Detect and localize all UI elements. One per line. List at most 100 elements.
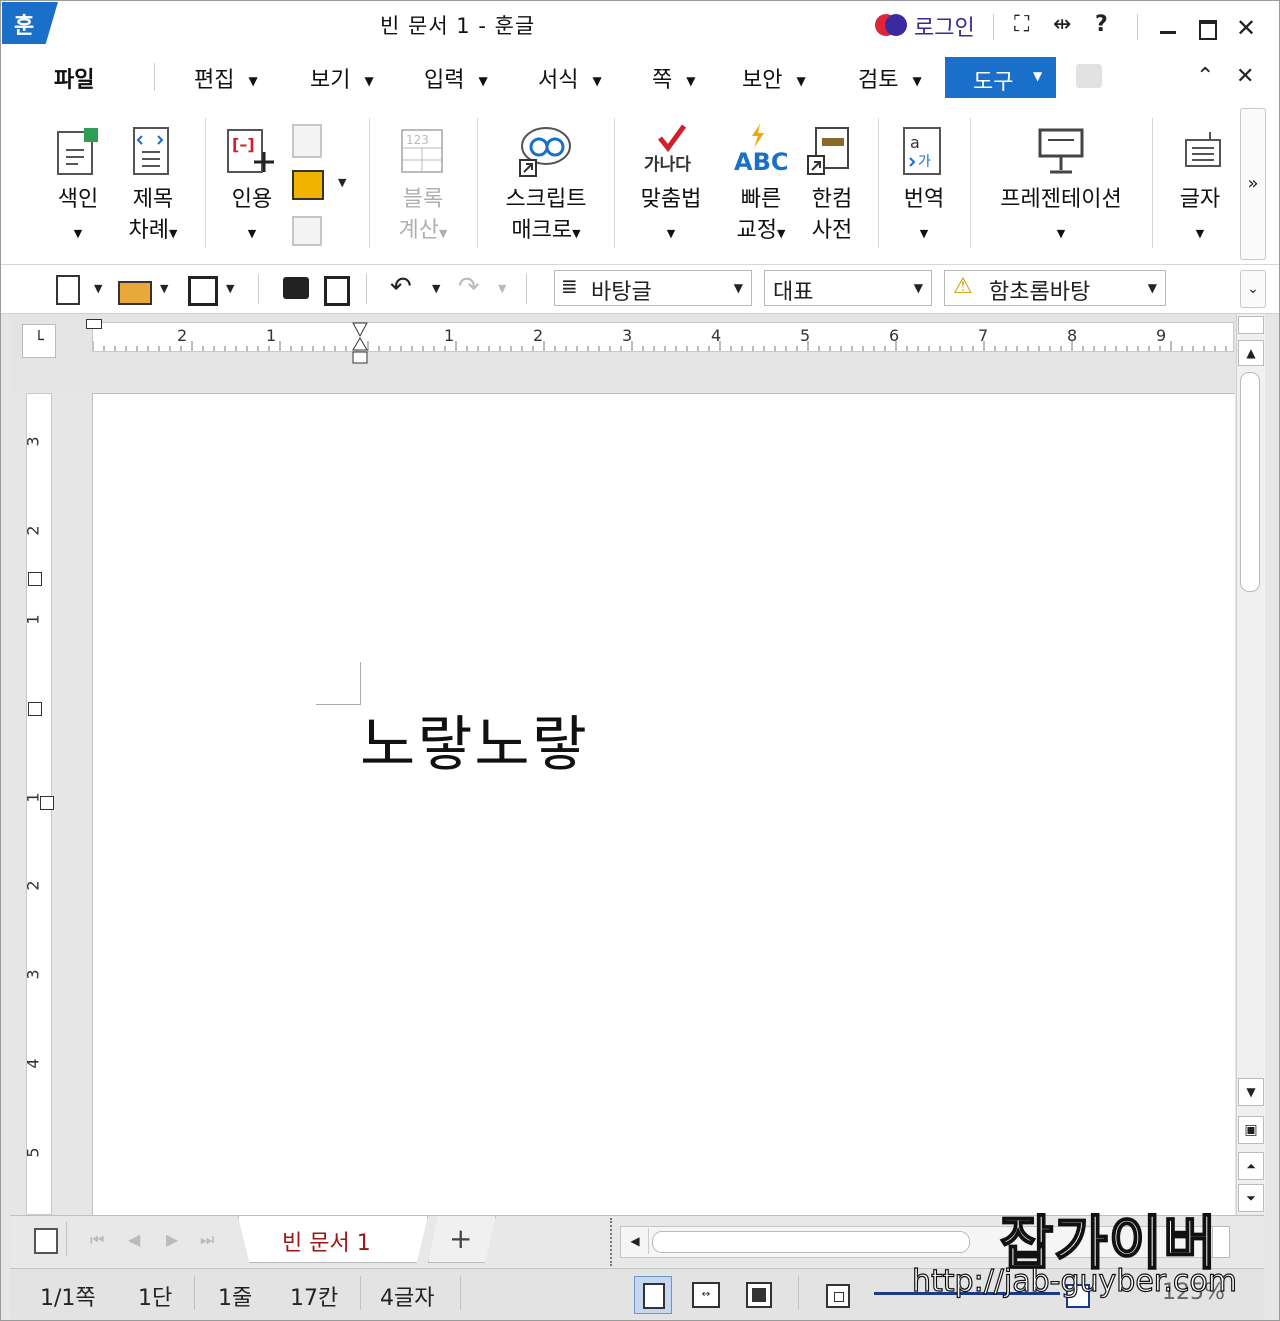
ruler-label: 4 xyxy=(711,326,722,345)
ribbon-script-macro[interactable]: 스크립트 매크로▼ xyxy=(494,184,598,249)
next-page-icon[interactable]: ⏷ xyxy=(1238,1184,1264,1212)
font-select[interactable]: ⚠ 함초롬바탕 ▼ xyxy=(944,270,1166,306)
menu-view[interactable]: 보기 ▼ xyxy=(310,62,374,94)
font-value: 함초롬바탕 xyxy=(989,280,1091,305)
scroll-left-icon[interactable]: ◀ xyxy=(622,1228,649,1254)
menu-page[interactable]: 쪽 ▼ xyxy=(652,62,695,94)
ribbon-index[interactable]: 색인 ▼ xyxy=(48,184,108,249)
undo-icon[interactable]: ↶ xyxy=(390,272,412,302)
font-lang-select[interactable]: 대표 ▼ xyxy=(764,270,932,306)
menu-close-icon[interactable]: ✕ xyxy=(1236,64,1254,89)
last-tab-icon[interactable]: ⏭ xyxy=(200,1230,214,1250)
ribbon-collapse-icon[interactable]: ⌃ xyxy=(1196,64,1214,89)
menu-format[interactable]: 서식 ▼ xyxy=(538,62,602,94)
horizontal-ruler[interactable] xyxy=(92,322,1234,352)
ribbon-quick-correct[interactable]: 빠른 교정▼ xyxy=(724,184,798,249)
zoom-mode-icon[interactable] xyxy=(826,1284,850,1308)
vertical-scroll-thumb[interactable] xyxy=(1240,372,1260,592)
new-doc-icon[interactable] xyxy=(56,275,80,305)
new-doc-dropdown-icon[interactable]: ▼ xyxy=(94,282,102,295)
app-logo-text: 훈 xyxy=(14,14,35,39)
ribbon-index-label: 색인 xyxy=(57,187,99,212)
menu-insert[interactable]: 입력 ▼ xyxy=(424,62,488,94)
save-dropdown-icon[interactable]: ▼ xyxy=(226,282,234,295)
tab-type-icon[interactable]: └ xyxy=(22,324,56,358)
ribbon-more-button[interactable]: » xyxy=(1240,108,1266,260)
undo-dropdown-icon[interactable]: ▼ xyxy=(432,282,440,295)
view-page-icon[interactable] xyxy=(634,1276,672,1314)
collab-icon[interactable] xyxy=(1076,64,1102,88)
hancom-logo-icon[interactable] xyxy=(875,14,907,36)
tab-list-icon[interactable] xyxy=(34,1228,58,1254)
split-view-icon[interactable] xyxy=(1238,316,1264,334)
first-tab-icon[interactable]: ⏮ xyxy=(90,1230,104,1250)
open-dropdown-icon[interactable]: ▼ xyxy=(160,282,168,295)
refresh-doc-icon[interactable] xyxy=(292,216,322,246)
svg-text:123: 123 xyxy=(406,133,429,147)
login-button[interactable]: 로그인 xyxy=(914,10,975,42)
ruler-label: 2 xyxy=(23,880,43,891)
menu-review[interactable]: 검토 ▼ xyxy=(858,62,922,94)
menu-file[interactable]: 파일 xyxy=(54,62,94,94)
svg-text:[–]: [–] xyxy=(232,135,255,154)
redo-dropdown-icon[interactable]: ▼ xyxy=(498,282,506,295)
status-page[interactable]: 1/1쪽 xyxy=(40,1280,96,1312)
fit-page-icon[interactable] xyxy=(746,1282,772,1308)
menu-tools-active[interactable]: 도구 ▼ xyxy=(945,57,1056,98)
page-view-icon[interactable]: ▣ xyxy=(1238,1116,1264,1144)
document-text[interactable]: 노랗노랗 xyxy=(360,696,589,783)
print-preview-icon[interactable] xyxy=(324,276,350,306)
menu-security[interactable]: 보안 ▼ xyxy=(742,62,806,94)
menu-review-label: 검토 xyxy=(858,68,899,93)
highlight-pen-icon[interactable] xyxy=(292,170,324,200)
ruler-label: 9 xyxy=(1156,326,1167,345)
ribbon-block-calc[interactable]: 블록 계산▼ xyxy=(388,184,458,249)
ruler-label: 1 xyxy=(444,326,455,345)
spellcheck-icon: 가나다 xyxy=(640,124,704,176)
save-icon[interactable] xyxy=(188,276,218,306)
ribbon-presentation[interactable]: 프레젠테이션 ▼ xyxy=(986,184,1136,249)
toolbar-expand-button[interactable]: ⌄ xyxy=(1240,270,1266,308)
copy-format-icon[interactable] xyxy=(292,124,322,158)
presentation-icon xyxy=(1036,126,1086,180)
help-icon[interactable]: ? xyxy=(1095,12,1108,37)
menu-page-label: 쪽 xyxy=(652,68,673,93)
splitter-handle[interactable] xyxy=(610,1218,616,1266)
open-folder-icon[interactable] xyxy=(118,281,152,305)
fullscreen-icon[interactable]: ⛶ xyxy=(1014,12,1029,37)
prev-page-icon[interactable]: ⏶ xyxy=(1238,1152,1264,1180)
scroll-down-icon[interactable]: ▼ xyxy=(1238,1078,1264,1106)
chevron-down-icon: ▼ xyxy=(913,281,923,295)
style-select[interactable]: ≣ 바탕글 ▼ xyxy=(554,270,752,306)
highlight-dropdown-icon[interactable]: ▼ xyxy=(338,176,346,189)
document-page[interactable] xyxy=(92,393,1235,1216)
prev-tab-icon[interactable]: ◀ xyxy=(128,1230,140,1249)
close-icon[interactable]: ✕ xyxy=(1236,14,1256,42)
ruler-label: 5 xyxy=(23,1147,43,1158)
hscroll-end-icon[interactable] xyxy=(1212,1226,1230,1258)
redo-icon[interactable]: ↷ xyxy=(458,272,480,302)
body-marker-icon[interactable] xyxy=(40,796,54,810)
fit-width-icon[interactable]: ↔ xyxy=(692,1282,720,1308)
divider xyxy=(258,274,259,304)
horizontal-scroll-thumb[interactable] xyxy=(652,1231,970,1253)
resize-icon[interactable]: ⇹ xyxy=(1053,12,1071,37)
next-tab-icon[interactable]: ▶ xyxy=(166,1230,178,1249)
ribbon-translate[interactable]: 번역 ▼ xyxy=(892,184,956,249)
ribbon-toc[interactable]: 제목 차례▼ xyxy=(118,184,188,249)
maximize-icon[interactable] xyxy=(1199,20,1217,40)
ribbon-hancom-dict[interactable]: 한컴 사전 xyxy=(800,184,864,246)
ruler-label: 6 xyxy=(889,326,900,345)
ribbon-spellcheck[interactable]: 맞춤법 ▼ xyxy=(634,184,708,249)
scroll-up-icon[interactable]: ▲ xyxy=(1238,340,1264,366)
header-marker-icon[interactable] xyxy=(28,702,42,716)
ribbon-char[interactable]: 글자 ▼ xyxy=(1168,184,1232,249)
indent-marker-icon[interactable] xyxy=(352,322,368,364)
top-margin-marker-icon[interactable] xyxy=(28,572,42,586)
menu-edit[interactable]: 편집 ▼ xyxy=(194,62,258,94)
minimize-icon[interactable] xyxy=(1160,31,1176,34)
left-margin-marker-icon[interactable] xyxy=(86,319,102,329)
ribbon-script-label-2: 매크로 xyxy=(511,218,573,243)
print-icon[interactable] xyxy=(283,277,309,299)
ribbon-cite[interactable]: 인용 ▼ xyxy=(222,184,282,249)
